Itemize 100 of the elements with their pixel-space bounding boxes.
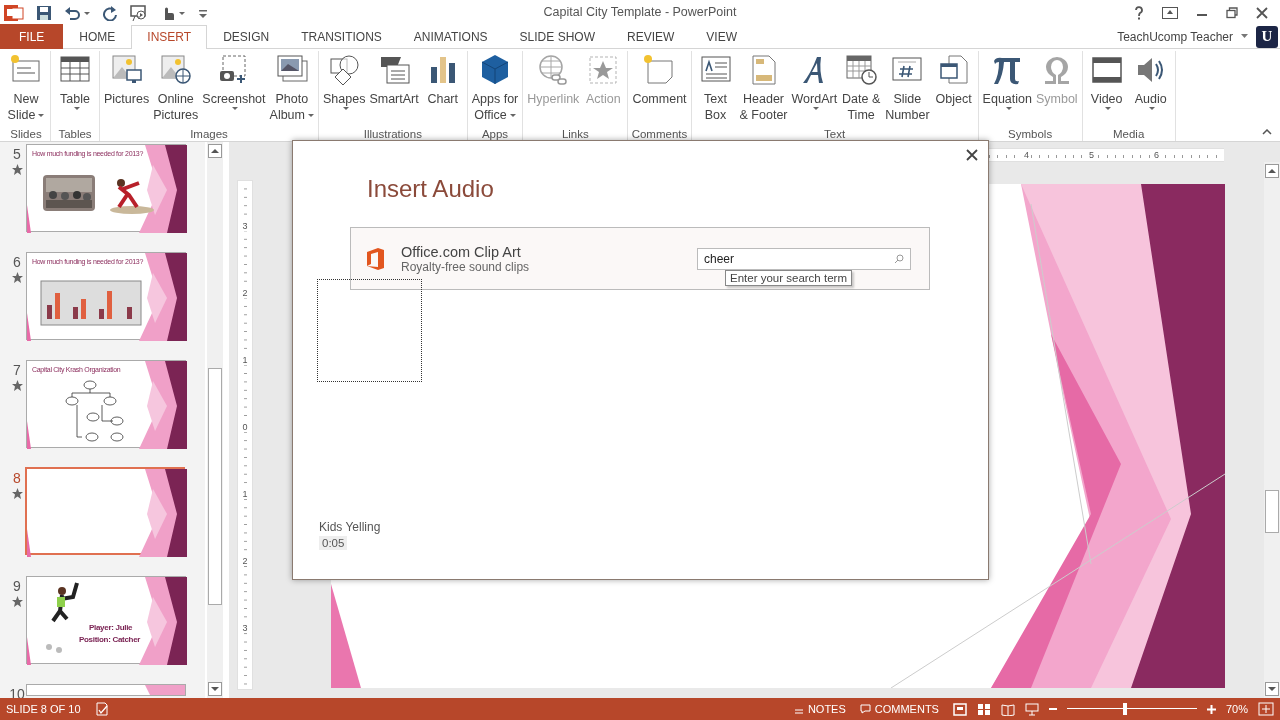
player-figure-drawing	[46, 581, 79, 653]
ruler-number: 1	[241, 489, 249, 499]
ribbon-button[interactable]: Equation	[980, 51, 1034, 128]
group-label: Symbols	[1007, 128, 1054, 141]
account-avatar[interactable]: U	[1256, 25, 1278, 48]
scroll-up-icon[interactable]	[208, 144, 222, 158]
reading-view-icon[interactable]	[1000, 702, 1015, 716]
dialog-title: Insert Audio	[367, 175, 494, 203]
close-icon[interactable]	[966, 149, 978, 161]
ribbon-tab[interactable]: REVIEW	[610, 25, 691, 49]
help-icon[interactable]	[1134, 5, 1144, 20]
comments-button[interactable]: COMMENTS	[859, 703, 939, 715]
zoom-slider-thumb[interactable]	[1123, 703, 1128, 715]
ribbon-tab[interactable]: TRANSITIONS	[285, 25, 398, 49]
scroll-down-icon[interactable]	[208, 682, 222, 696]
office-logo-icon	[365, 246, 385, 271]
slide-thumbnail[interactable]	[26, 684, 186, 696]
slide-number: 6	[13, 254, 21, 270]
slide-number: 8	[13, 470, 21, 486]
zoom-percentage[interactable]: 70%	[1225, 703, 1248, 715]
scroll-up-icon[interactable]	[1265, 164, 1279, 178]
ribbon-tab[interactable]: DESIGN	[207, 25, 286, 49]
ribbon-tab[interactable]: ANIMATIONS	[397, 25, 504, 49]
ribbon-button[interactable]: Screenshot	[200, 51, 268, 128]
close-icon[interactable]	[1256, 6, 1268, 19]
group-label: Tables	[57, 128, 93, 141]
ribbon-button[interactable]: Table	[53, 51, 97, 128]
source-name: Office.com Clip Art	[401, 243, 522, 260]
caret-icon[interactable]	[1241, 34, 1248, 39]
slide-number: 5	[13, 146, 21, 162]
ribbon-button[interactable]: Audio	[1128, 51, 1173, 128]
player-figure-drawing	[110, 179, 154, 214]
group-label: Links	[560, 128, 590, 141]
collapse-ribbon-icon[interactable]	[1262, 129, 1272, 135]
ribbon-button[interactable]: Text Box	[693, 51, 738, 128]
search-icon[interactable]	[894, 253, 904, 264]
slide-sorter-icon[interactable]	[976, 702, 991, 716]
org-chart-drawing	[65, 380, 124, 442]
ruler-number: 2	[241, 288, 249, 298]
ruler-number: 5	[1088, 150, 1096, 160]
slide-title: Position: Catcher	[79, 635, 141, 644]
slide-show-icon[interactable]	[1024, 702, 1039, 716]
group-label: Images	[189, 128, 229, 141]
ribbon-tab[interactable]: SLIDE SHOW	[503, 25, 611, 49]
file-tab[interactable]: FILE	[0, 24, 64, 49]
presentation-icon[interactable]	[130, 4, 148, 21]
search-field[interactable]: cheer	[697, 247, 911, 270]
ribbon-button[interactable]: Video	[1084, 51, 1129, 128]
ribbon-tab[interactable]: VIEW	[690, 25, 753, 49]
slide-thumbnail[interactable]	[25, 467, 185, 555]
calendar-clock-icon	[844, 53, 879, 87]
ribbon-button[interactable]: Online Pictures	[151, 51, 201, 128]
ribbon-button[interactable]: New Slide	[4, 51, 48, 128]
redo-icon[interactable]	[102, 4, 118, 21]
audio-clip-name[interactable]: Kids Yelling	[319, 520, 381, 534]
source-description: Royalty-free sound clips	[401, 259, 530, 274]
scrollbar-thumb[interactable]	[1265, 490, 1279, 533]
undo-icon[interactable]	[64, 4, 90, 21]
account-name[interactable]: TeachUcomp Teacher	[1117, 29, 1233, 44]
zoom-slider[interactable]	[1066, 703, 1197, 715]
notes-button[interactable]: NOTES	[793, 703, 846, 715]
ruler-number: 2	[241, 556, 249, 566]
ruler-number: 3	[241, 221, 249, 231]
zoom-out-icon[interactable]	[1048, 705, 1057, 713]
ribbon-button[interactable]: Photo Album	[267, 51, 316, 128]
scrollbar-thumb[interactable]	[208, 367, 222, 606]
ribbon-button[interactable]: WordArt	[789, 51, 840, 128]
group-label: Apps	[480, 128, 510, 141]
app-logo-icon[interactable]	[4, 3, 24, 22]
slide-number: 9	[13, 578, 21, 594]
group-label: Illustrations	[362, 128, 423, 141]
ribbon-button[interactable]: Chart	[420, 51, 465, 128]
ribbon-button[interactable]: Object	[931, 51, 976, 128]
ribbon-button[interactable]: Date & Time	[839, 51, 884, 128]
ribbon-tab[interactable]: INSERT	[131, 25, 208, 49]
normal-view-icon[interactable]	[952, 702, 967, 716]
spell-check-icon[interactable]	[94, 702, 109, 716]
group-label: Slides	[9, 128, 43, 141]
restore-icon[interactable]	[1226, 6, 1238, 19]
slide-thumbnail[interactable]: Player: Julie Position: Catcher	[26, 576, 186, 664]
ribbon-button[interactable]: SmartArt	[367, 51, 421, 128]
ribbon-button[interactable]: Header & Footer	[737, 51, 790, 128]
ribbon-button[interactable]: Comment	[630, 51, 689, 128]
clip-duration: 0:05	[319, 536, 348, 550]
window-title: Capital City Template - PowerPoint	[543, 5, 737, 19]
ribbon-display-icon[interactable]	[1162, 6, 1178, 19]
ribbon-button[interactable]: Shapes	[321, 51, 368, 128]
tooltip: Enter your search term	[725, 270, 852, 286]
ribbon-tab[interactable]: HOME	[63, 25, 132, 49]
ribbon-button[interactable]: Slide Number	[883, 51, 932, 128]
save-icon[interactable]	[36, 4, 52, 21]
ribbon-button[interactable]: Pictures	[102, 51, 152, 128]
online-pictures-icon	[158, 53, 193, 87]
ribbon-button[interactable]: Apps for Office	[469, 51, 521, 128]
fit-to-window-icon[interactable]	[1258, 702, 1274, 716]
group-label: Media	[1111, 128, 1146, 141]
ruler-number: 4	[1023, 150, 1030, 160]
zoom-in-icon[interactable]	[1206, 704, 1216, 714]
ruler-number: 3	[241, 623, 249, 633]
scroll-down-icon[interactable]	[1265, 682, 1279, 696]
